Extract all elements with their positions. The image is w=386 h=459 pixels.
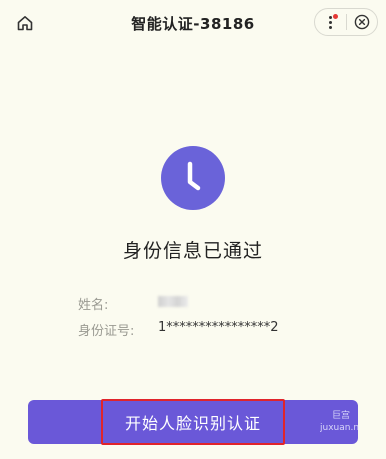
watermark-line2: juxuan.n: [320, 423, 360, 433]
notification-dot: [332, 14, 338, 19]
id-label: 身份证号:: [78, 324, 135, 339]
verification-status: 身份信息已通过: [122, 240, 263, 262]
home-icon[interactable]: [14, 12, 36, 34]
watermark: 巨宫 juxuan.n: [320, 410, 386, 434]
more-icon: [328, 15, 332, 29]
id-value: 1****************2: [158, 320, 279, 335]
top-bar: 智能认证-38186: [0, 0, 386, 46]
close-button[interactable]: [347, 9, 378, 35]
start-face-recognition-button[interactable]: 开始人脸识别认证: [28, 399, 358, 445]
mini-program-capsule: [314, 8, 378, 36]
watermark-line1: 巨宫: [332, 411, 351, 421]
close-circle-icon: [354, 14, 370, 30]
clock-icon: [161, 146, 225, 210]
name-label: 姓名:: [78, 298, 109, 313]
name-value-masked: [158, 296, 188, 307]
start-face-recognition-label: 开始人脸识别认证: [100, 399, 285, 445]
page-title: 智能认证-38186: [131, 14, 255, 33]
name-row: 姓名:: [78, 294, 188, 313]
more-button[interactable]: [315, 9, 346, 35]
id-row: 身份证号: 1****************2: [78, 320, 279, 339]
